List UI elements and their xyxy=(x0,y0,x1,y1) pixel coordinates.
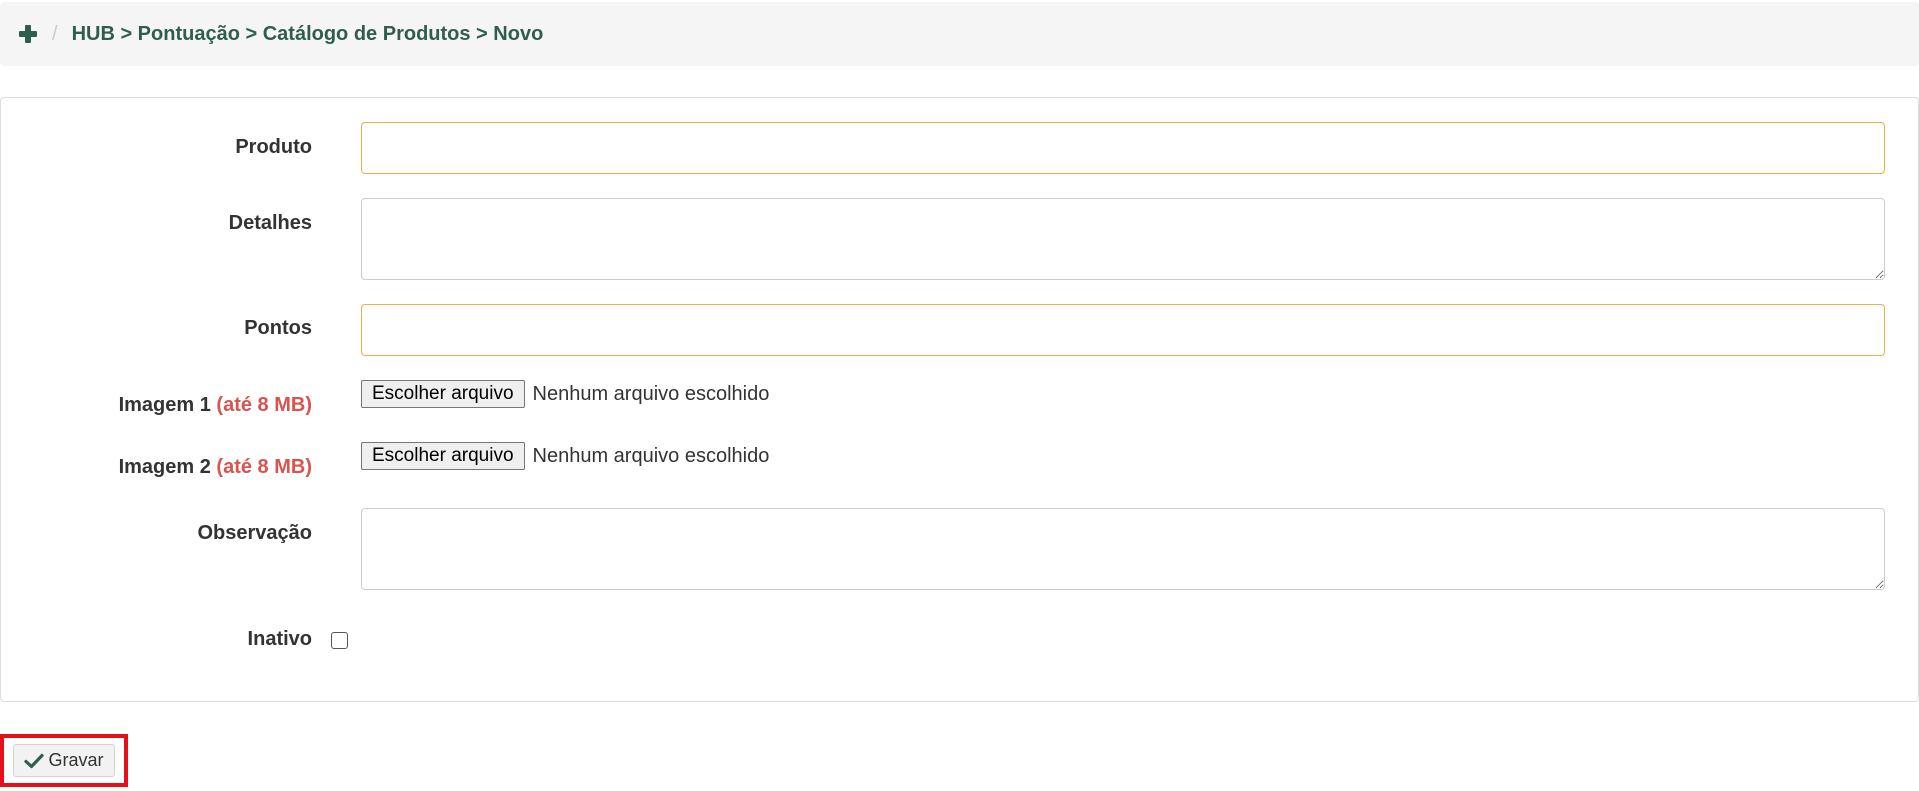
save-button-label: Gravar xyxy=(48,750,104,770)
pontos-label: Pontos xyxy=(244,317,312,339)
imagem1-file-status: Nenhum arquivo escolhido xyxy=(532,382,770,405)
product-form-panel: Produto Detalhes Pontos Imagem 1 (até 8 … xyxy=(0,97,1919,702)
observacao-label: Observação xyxy=(197,522,312,544)
breadcrumb: / HUB > Pontuação > Catálogo de Produtos… xyxy=(0,2,1919,66)
imagem2-size-hint: (até 8 MB) xyxy=(216,456,312,478)
check-icon xyxy=(24,753,45,768)
save-button-highlight: Gravar xyxy=(0,734,128,787)
breadcrumb-separator: / xyxy=(52,22,58,45)
imagem2-choose-file-button[interactable]: Escolher arquivo xyxy=(361,442,525,470)
produto-label: Produto xyxy=(235,136,312,158)
plus-icon[interactable] xyxy=(18,24,38,44)
imagem1-label-text: Imagem 1 xyxy=(118,394,211,416)
pontos-input[interactable] xyxy=(361,304,1885,356)
breadcrumb-path: HUB > Pontuação > Catálogo de Produtos >… xyxy=(71,22,544,45)
detalhes-label: Detalhes xyxy=(228,212,312,234)
imagem1-label: Imagem 1 (até 8 MB) xyxy=(119,394,312,417)
imagem2-label-text: Imagem 2 xyxy=(118,456,211,478)
imagem1-file-input: Escolher arquivo Nenhum arquivo escolhid… xyxy=(361,380,769,408)
inativo-label: Inativo xyxy=(247,628,312,650)
imagem2-label: Imagem 2 (até 8 MB) xyxy=(119,456,312,479)
imagem2-file-input: Escolher arquivo Nenhum arquivo escolhid… xyxy=(361,442,769,470)
imagem1-size-hint: (até 8 MB) xyxy=(216,394,312,416)
observacao-textarea[interactable] xyxy=(361,508,1885,590)
imagem2-file-status: Nenhum arquivo escolhido xyxy=(532,444,770,467)
save-button[interactable]: Gravar xyxy=(13,744,115,777)
imagem1-choose-file-button[interactable]: Escolher arquivo xyxy=(361,380,525,408)
inativo-checkbox[interactable] xyxy=(331,632,348,649)
produto-input[interactable] xyxy=(361,122,1885,174)
detalhes-textarea[interactable] xyxy=(361,198,1885,280)
